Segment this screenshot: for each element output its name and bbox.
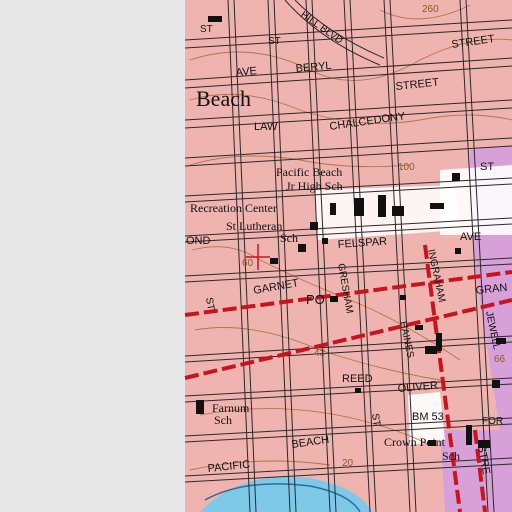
label-st-right: ST xyxy=(480,161,494,173)
label-ond: OND xyxy=(186,235,211,247)
label-st-left: ST xyxy=(203,297,216,311)
label-st-lutheran-1: St Lutheran xyxy=(226,219,282,233)
label-ave-felspar: AVE xyxy=(460,231,481,243)
label-contour-66: 66 xyxy=(494,354,506,365)
label-pacific-beach-school-2: Jr High Sch xyxy=(286,179,343,193)
label-st-lutheran-2: Sch xyxy=(280,231,298,245)
label-farnum-2: Sch xyxy=(214,413,232,427)
label-crown-point-1: Crown Point xyxy=(384,435,446,449)
label-benchmark: BM 53 xyxy=(412,411,444,423)
label-street-st-top: ST xyxy=(200,24,213,35)
topographic-map[interactable]: Beach ST ST HILL BLVD STREET AVE BERYL S… xyxy=(0,0,512,512)
label-po: PO xyxy=(306,292,325,307)
label-contour-100: 100 xyxy=(398,162,415,173)
label-recreation-center: Recreation Center xyxy=(190,201,277,215)
label-crown-point-2: Sch xyxy=(442,449,460,463)
label-law: LAW xyxy=(254,121,278,133)
label-pacific-beach-school-1: Pacific Beach xyxy=(276,165,342,179)
label-contour-260: 260 xyxy=(422,4,439,15)
label-contour-43: 43 xyxy=(314,348,326,359)
label-place-beach: Beach xyxy=(196,86,251,111)
label-st-bottom: ST xyxy=(369,413,382,427)
label-for: FOR xyxy=(482,416,503,427)
label-street-st-top2: ST xyxy=(268,36,281,47)
label-ave-beryl: AVE xyxy=(235,65,257,79)
label-contour-20: 20 xyxy=(342,458,354,469)
label-reed: REED xyxy=(342,373,373,385)
label-contour-60: 60 xyxy=(242,258,254,269)
